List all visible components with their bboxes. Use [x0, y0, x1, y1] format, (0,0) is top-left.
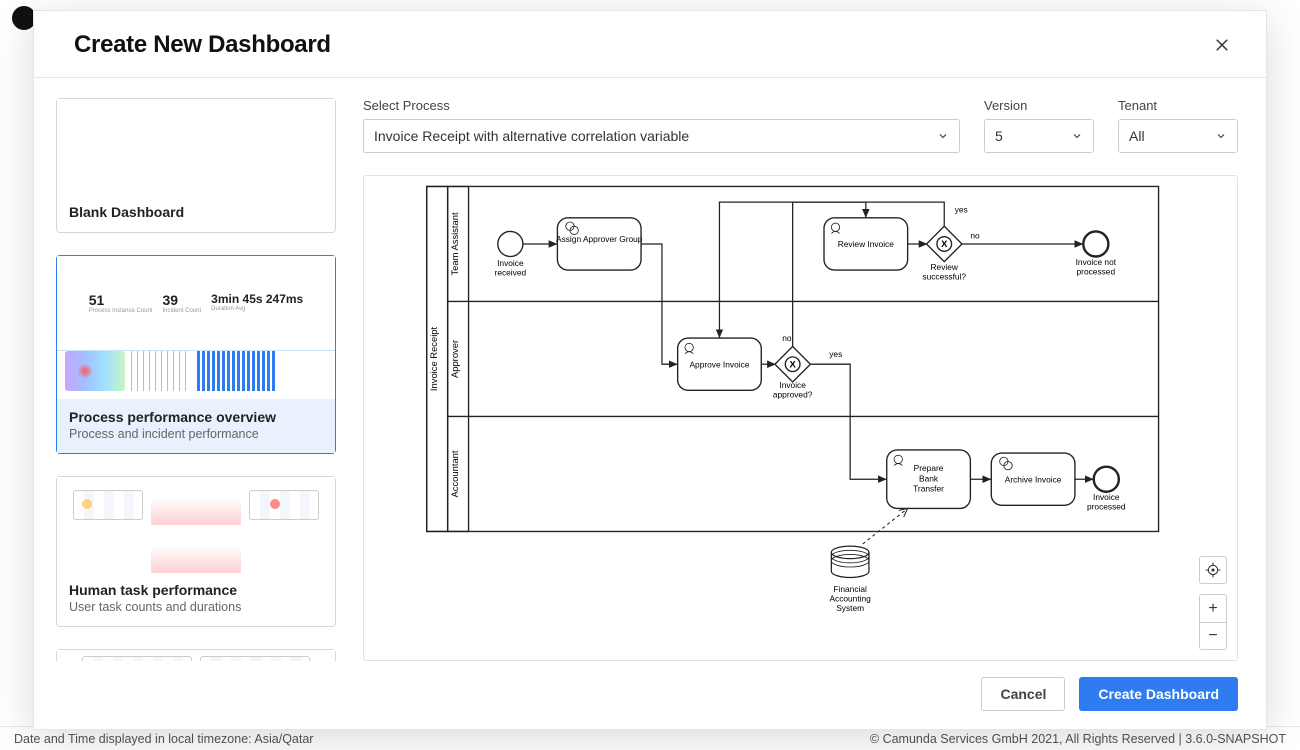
svg-text:X: X [790, 358, 797, 369]
task-label: Prepare [914, 463, 944, 473]
svg-text:processed: processed [1077, 266, 1116, 276]
process-label: Select Process [363, 98, 960, 113]
area-thumb-icon [151, 485, 241, 525]
pool-label: Invoice Receipt [428, 326, 439, 391]
tenant-value: All [1129, 128, 1145, 144]
footer-copyright: © Camunda Services GmbH 2021, All Rights… [870, 732, 1286, 746]
version-value: 5 [995, 128, 1003, 144]
zoom-controls: + − [1199, 556, 1227, 650]
bpmn-svg: Invoice Receipt Team Assistant Approver … [364, 176, 1237, 636]
datastore-label: System [836, 603, 864, 613]
svg-text:received: received [495, 267, 527, 277]
tenant-select[interactable]: All [1118, 119, 1238, 153]
zoom-in-button[interactable]: + [1199, 594, 1227, 622]
crosshair-icon [1205, 562, 1221, 578]
modal-body: Blank Dashboard 51Process Instance Count… [34, 78, 1266, 661]
modal-title: Create New Dashboard [74, 31, 331, 59]
svg-text:processed: processed [1087, 502, 1126, 512]
lines-thumb-icon [131, 351, 191, 391]
flow-thumb-icon [82, 656, 192, 661]
chevron-down-icon [1071, 130, 1083, 142]
flow-thumb-icon [249, 490, 319, 520]
edge-label: no [782, 333, 792, 343]
edge-label: yes [829, 349, 842, 359]
process-value: Invoice Receipt with alternative correla… [374, 128, 689, 144]
template-preview [57, 99, 335, 194]
version-field: Version 5 [984, 98, 1094, 153]
template-preview: 51Process Instance Count 39Incident Coun… [57, 256, 335, 351]
metric-value: 3min 45s 247ms [211, 292, 303, 306]
metric-value: 39 [162, 292, 178, 308]
lane-label: Team Assistant [449, 212, 460, 276]
template-preview: 4,212 [57, 650, 335, 661]
template-title: Blank Dashboard [69, 204, 323, 220]
tenant-field: Tenant All [1118, 98, 1238, 153]
modal-footer: Cancel Create Dashboard [34, 661, 1266, 729]
template-partial[interactable]: 4,212 [56, 649, 336, 661]
flow-thumb-icon [73, 490, 143, 520]
close-button[interactable] [1208, 31, 1236, 59]
process-select[interactable]: Invoice Receipt with alternative correla… [363, 119, 960, 153]
modal-main: Select Process Invoice Receipt with alte… [363, 98, 1238, 661]
heatmap-thumb-icon [65, 351, 125, 391]
plus-icon: + [1208, 600, 1217, 618]
selectors-row: Select Process Invoice Receipt with alte… [363, 98, 1238, 153]
zoom-out-button[interactable]: − [1199, 622, 1227, 650]
template-process-performance[interactable]: 51Process Instance Count 39Incident Coun… [56, 255, 336, 454]
template-subtitle: Process and incident performance [69, 427, 323, 441]
chevron-down-icon [1215, 130, 1227, 142]
process-field: Select Process Invoice Receipt with alte… [363, 98, 960, 153]
minus-icon: − [1208, 627, 1217, 645]
task-label: Transfer [913, 484, 944, 494]
template-preview [57, 477, 335, 572]
flow-thumb-icon [200, 656, 310, 661]
task-label: Review Invoice [838, 239, 895, 249]
lane-label: Approver [449, 340, 460, 378]
chevron-down-icon [937, 130, 949, 142]
cancel-button[interactable]: Cancel [981, 677, 1065, 711]
gateway-label: approved? [773, 390, 813, 400]
recenter-button[interactable] [1199, 556, 1227, 584]
modal-header: Create New Dashboard [34, 11, 1266, 78]
template-title: Human task performance [69, 582, 323, 598]
edge-label: yes [955, 205, 968, 215]
task-label: Archive Invoice [1005, 474, 1062, 484]
footer-timezone: Date and Time displayed in local timezon… [14, 732, 313, 746]
edge-label: no [970, 231, 980, 241]
svg-text:X: X [941, 238, 948, 249]
template-blank[interactable]: Blank Dashboard [56, 98, 336, 233]
bars-thumb-icon [197, 351, 277, 391]
version-select[interactable]: 5 [984, 119, 1094, 153]
task-label: Assign Approver Group [556, 234, 643, 244]
metric-value: 51 [89, 292, 105, 308]
lane-label: Accountant [449, 450, 460, 497]
template-human-task[interactable]: Human task performance User task counts … [56, 476, 336, 627]
task-label: Approve Invoice [689, 359, 749, 369]
version-label: Version [984, 98, 1094, 113]
area-thumb-icon [151, 533, 241, 573]
close-icon [1213, 36, 1231, 54]
template-sidebar: Blank Dashboard 51Process Instance Count… [56, 98, 336, 661]
create-dashboard-button[interactable]: Create Dashboard [1079, 677, 1238, 711]
bpmn-diagram[interactable]: Invoice Receipt Team Assistant Approver … [363, 175, 1238, 661]
svg-text:successful?: successful? [922, 272, 966, 282]
template-subtitle: User task counts and durations [69, 600, 323, 614]
tenant-label: Tenant [1118, 98, 1238, 113]
create-dashboard-modal: Create New Dashboard Blank Dashboard 51P… [33, 10, 1267, 730]
task-label: Bank [919, 473, 939, 483]
template-title: Process performance overview [69, 409, 323, 425]
